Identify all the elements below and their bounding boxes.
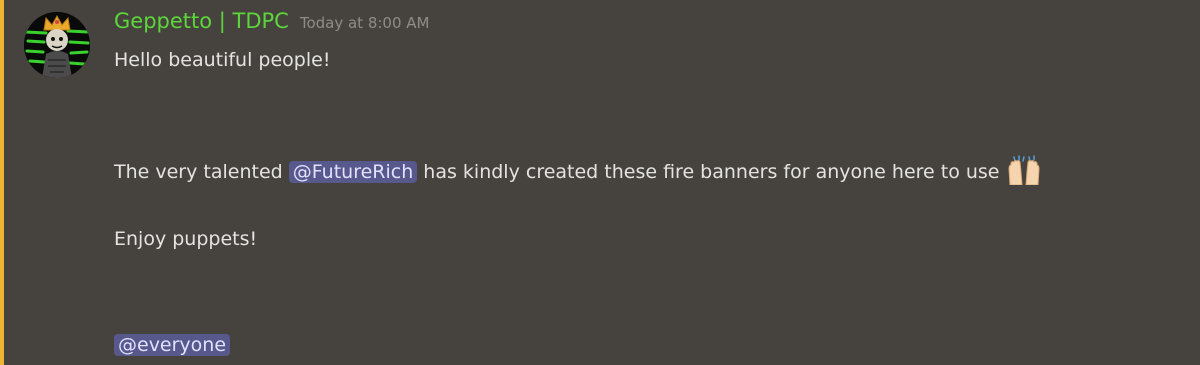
message-line-everyone: @everyone bbox=[114, 332, 231, 358]
author-avatar[interactable] bbox=[24, 12, 90, 78]
message-timestamp: Today at 8:00 AM bbox=[299, 14, 430, 32]
user-mention[interactable]: @FutureRich bbox=[288, 161, 418, 183]
chat-message: Geppetto | TDPC Today at 8:00 AM Hello b… bbox=[0, 0, 1200, 365]
raised-hands-emoji-icon bbox=[1000, 155, 1048, 185]
message-header: Geppetto | TDPC Today at 8:00 AM bbox=[114, 9, 430, 43]
intro-text-before: The very talented bbox=[114, 161, 283, 183]
message-line-closing: Enjoy puppets! bbox=[114, 228, 258, 250]
message-line-greeting: Hello beautiful people! bbox=[114, 49, 331, 71]
crowned-puppet-avatar-icon bbox=[24, 12, 90, 78]
everyone-mention[interactable]: @everyone bbox=[114, 334, 231, 356]
intro-text-after: has kindly created these fire banners fo… bbox=[423, 161, 1000, 183]
highlight-accent-bar bbox=[0, 0, 4, 365]
message-line-intro: The very talented @FutureRich has kindly… bbox=[114, 155, 1048, 185]
author-username[interactable]: Geppetto | TDPC bbox=[114, 9, 289, 33]
